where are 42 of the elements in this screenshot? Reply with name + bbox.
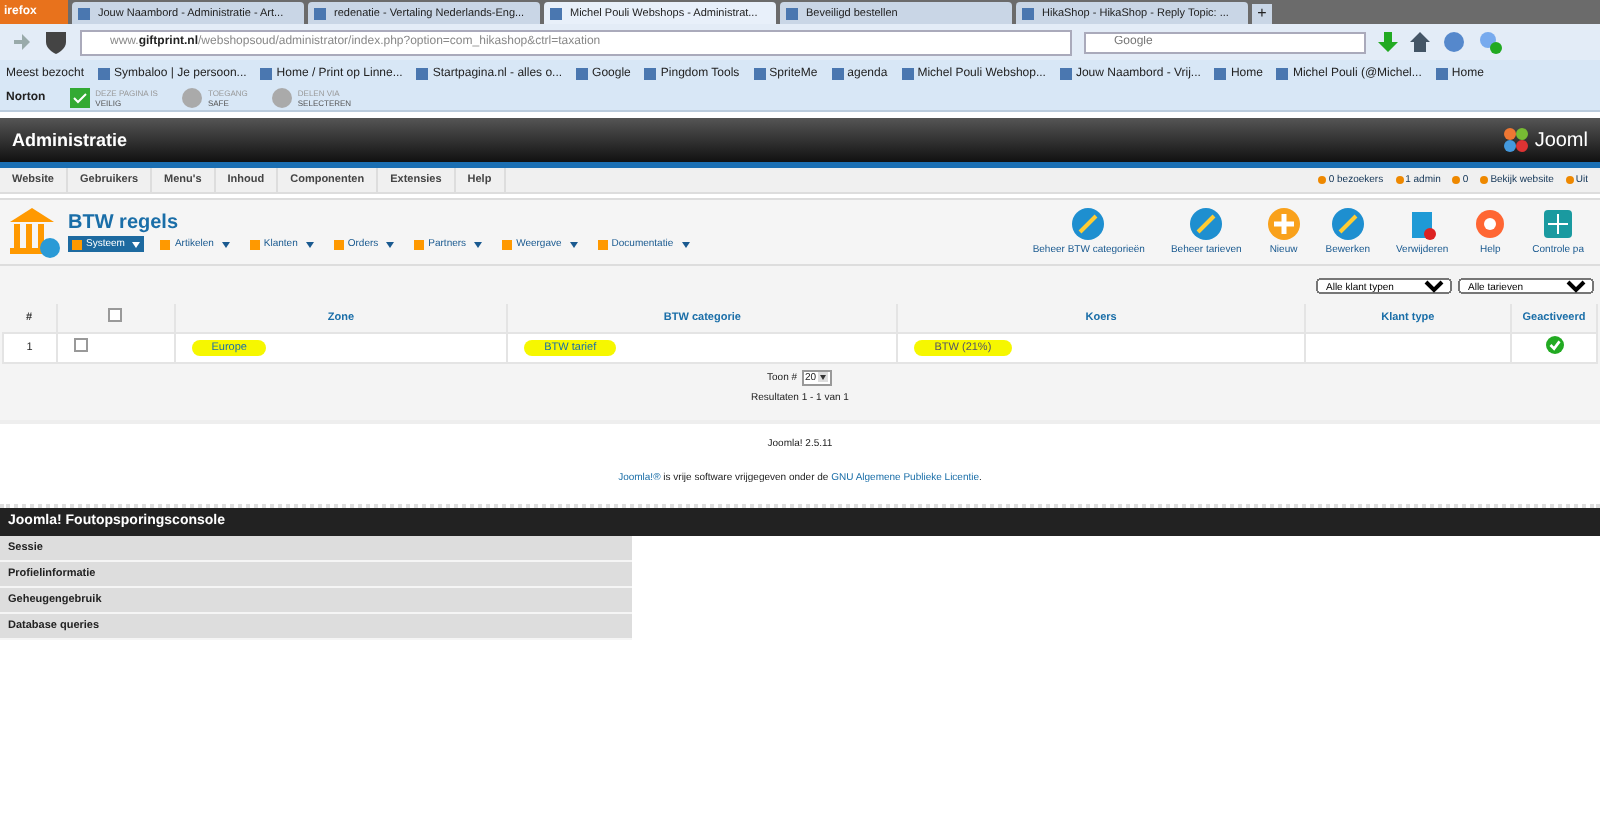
status-icon [181,88,202,108]
caret-icon [221,241,230,247]
page-title: BTW regels [68,212,181,234]
site-icon [78,7,90,19]
status-icon [271,88,292,108]
row-checkbox[interactable] [73,338,87,352]
status-icon [1480,176,1489,184]
status-icon [1452,176,1461,184]
pencil-icon [1331,208,1364,240]
caret-icon [569,241,578,247]
lifebuoy-icon [1474,208,1507,240]
caret-icon [386,241,395,247]
status-icon [1318,176,1327,184]
caret-icon [132,241,141,247]
site-icon [786,7,798,19]
check-icon [69,88,90,108]
site-icon [550,7,562,19]
status-icon [1565,176,1574,184]
logo-icon [1502,126,1531,154]
caret-icon [305,241,314,247]
site-icon [314,7,326,19]
shield-icon [44,30,68,54]
pencil-icon [1072,208,1105,240]
check-icon[interactable] [1545,336,1563,354]
caret-icon [818,371,829,382]
bin-icon [1406,208,1439,240]
status-icon [1395,176,1404,184]
pencil-icon [1190,208,1223,240]
bank-icon [6,204,62,260]
caret-icon [681,241,690,247]
forward-icon[interactable] [12,32,32,52]
home-icon[interactable] [1410,32,1430,52]
caret-icon [474,241,483,247]
new-tab-button[interactable]: + [1252,4,1272,24]
select-all-checkbox[interactable] [108,308,123,323]
site-icon [1022,7,1034,19]
plus-icon [1267,208,1300,240]
download-icon[interactable] [1378,32,1398,52]
circle-icon[interactable] [1442,30,1466,54]
grid-icon [1542,208,1575,240]
admin-title: Administratie [12,130,128,150]
logo-text: Jooml [1534,129,1588,151]
